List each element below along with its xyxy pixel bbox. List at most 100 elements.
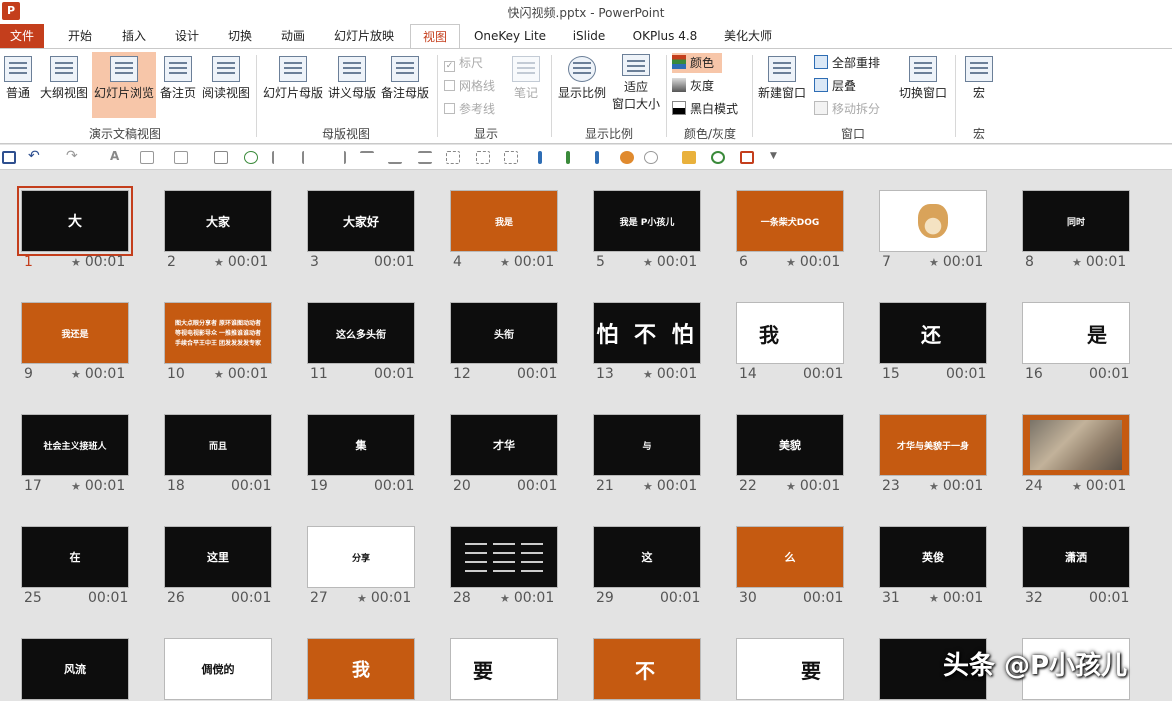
slide-thumbnail[interactable]: 这么多头衔 [307,302,415,364]
slide-thumbnail[interactable]: 与 [593,414,701,476]
grayscale-button[interactable]: 灰度 [672,76,714,96]
save-icon[interactable] [2,151,16,164]
align-top-icon[interactable] [360,151,374,164]
outline-view-button[interactable]: 大纲视图 [38,52,90,118]
color-bar-blue2-icon[interactable] [595,151,599,164]
notes-page-button[interactable]: 备注页 [158,52,198,118]
slide-thumbnail[interactable]: 潇洒 [1022,526,1130,588]
tab-insert[interactable]: 插入 [110,24,158,48]
slide-thumbnail[interactable]: 大家 [164,190,272,252]
customize-qat-icon[interactable]: ▼ [770,151,784,164]
notes-master-button[interactable]: 备注母版 [378,52,432,118]
switch-windows-button[interactable]: 切换窗口 [896,52,950,118]
black-white-button[interactable]: 黑白模式 [672,99,738,119]
text-format-icon[interactable]: A [110,149,124,163]
animation-star-icon[interactable]: ★ [929,592,939,605]
slide-thumbnail[interactable]: 英俊 [879,526,987,588]
animation-star-icon[interactable]: ★ [214,368,224,381]
slide-thumbnail[interactable]: 这里 [164,526,272,588]
tab-onekey-lite[interactable]: OneKey Lite [468,24,552,48]
align-left-icon[interactable] [272,151,286,164]
undo-icon[interactable]: ↶ [28,148,42,164]
animation-star-icon[interactable]: ★ [71,368,81,381]
slide-thumbnail[interactable]: 么 [736,526,844,588]
outline-circle-icon[interactable] [711,151,725,164]
group-icon[interactable] [446,151,460,164]
slide-thumbnail[interactable]: 社会主义接班人 [21,414,129,476]
slide-thumbnail[interactable]: 同时 [1022,190,1130,252]
slide-thumbnail[interactable]: 我是 [450,190,558,252]
animation-star-icon[interactable]: ★ [71,480,81,493]
slide-thumbnail[interactable]: 不 [593,638,701,700]
fit-to-window-button[interactable]: 适应 窗口大小 [610,52,662,122]
align-right-icon[interactable] [332,151,346,164]
slide-thumbnail[interactable]: 我 [307,638,415,700]
cascade-button[interactable]: 层叠 [814,76,856,96]
move-split-button[interactable]: 移动拆分 [814,99,880,119]
animation-star-icon[interactable]: ★ [929,256,939,269]
animation-star-icon[interactable]: ★ [71,256,81,269]
slide-thumbnail[interactable]: 是 [1022,302,1130,364]
tab-home[interactable]: 开始 [56,24,104,48]
slide-thumbnail[interactable] [450,526,558,588]
animation-star-icon[interactable]: ★ [643,368,653,381]
animation-star-icon[interactable]: ★ [500,256,510,269]
distribute-icon[interactable] [418,151,432,164]
tab-design[interactable]: 设计 [163,24,211,48]
animation-star-icon[interactable]: ★ [929,480,939,493]
slide-thumbnail[interactable]: 还 [879,302,987,364]
slide-thumbnail[interactable] [879,190,987,252]
align-center-icon[interactable] [302,151,316,164]
arrange-all-button[interactable]: 全部重排 [814,53,880,73]
slide-thumbnail[interactable]: 我是 P小孩儿 [593,190,701,252]
color-bar-green-icon[interactable] [566,151,570,164]
slide-thumbnail[interactable]: 要 [450,638,558,700]
redo-icon[interactable]: ↷ [66,148,80,164]
tab-slideshow[interactable]: 幻灯片放映 [326,24,402,48]
new-window-button[interactable]: 新建窗口 [756,52,808,118]
tab-okplus[interactable]: OKPlus 4.8 [626,24,704,48]
slide-thumbnail[interactable]: 分享 [307,526,415,588]
slide-thumbnail[interactable]: 头衔 [450,302,558,364]
shape-outline-icon[interactable] [174,151,188,164]
animation-star-icon[interactable]: ★ [643,480,653,493]
animation-star-icon[interactable]: ★ [786,480,796,493]
merge-shapes-icon[interactable] [620,151,634,164]
reading-view-button[interactable]: 阅读视图 [200,52,252,118]
animation-star-icon[interactable]: ★ [357,592,367,605]
slide-thumbnail[interactable]: 图大点眼分享者 原环谁图动动者 等视电视影导众 一推推谁谁动者 手续合平王中王 团发… [164,302,272,364]
regroup-icon[interactable] [504,151,518,164]
slide-thumbnail[interactable]: 要 [736,638,844,700]
slide-thumbnail[interactable]: 才华 [450,414,558,476]
notes-button[interactable]: 笔记 [506,52,546,118]
handout-master-button[interactable]: 讲义母版 [326,52,378,118]
guides-checkbox[interactable]: 参考线 [444,99,495,119]
slide-thumbnail[interactable]: 美貌 [736,414,844,476]
slide-sorter-button[interactable]: 幻灯片浏览 [92,52,156,118]
crop-icon[interactable] [740,151,754,164]
animation-star-icon[interactable]: ★ [1072,480,1082,493]
oval-icon[interactable] [244,151,258,164]
normal-view-button[interactable]: 普通 [0,52,36,118]
animation-star-icon[interactable]: ★ [500,592,510,605]
align-bottom-icon[interactable] [388,151,402,164]
tab-meihua[interactable]: 美化大师 [716,24,780,48]
slide-thumbnail[interactable]: 在 [21,526,129,588]
macros-button[interactable]: 宏 [960,52,998,118]
slide-thumbnail[interactable]: 而且 [164,414,272,476]
gridlines-checkbox[interactable]: 网格线 [444,76,495,96]
tab-file[interactable]: 文件 [0,24,44,48]
slide-thumbnail[interactable]: 倜傥的 [164,638,272,700]
slide-thumbnail[interactable]: 才华与美貌于一身 [879,414,987,476]
intersect-icon[interactable] [644,151,658,164]
animation-star-icon[interactable]: ★ [643,256,653,269]
slide-thumbnail[interactable]: 我 [736,302,844,364]
shape-fill-icon[interactable] [140,151,154,164]
ungroup-icon[interactable] [476,151,490,164]
animation-star-icon[interactable]: ★ [786,256,796,269]
tab-islide[interactable]: iSlide [565,24,613,48]
slide-thumbnail[interactable]: 大家好 [307,190,415,252]
fill-color-icon[interactable] [682,151,696,164]
slide-thumbnail[interactable]: 这 [593,526,701,588]
slide-master-button[interactable]: 幻灯片母版 [260,52,326,118]
